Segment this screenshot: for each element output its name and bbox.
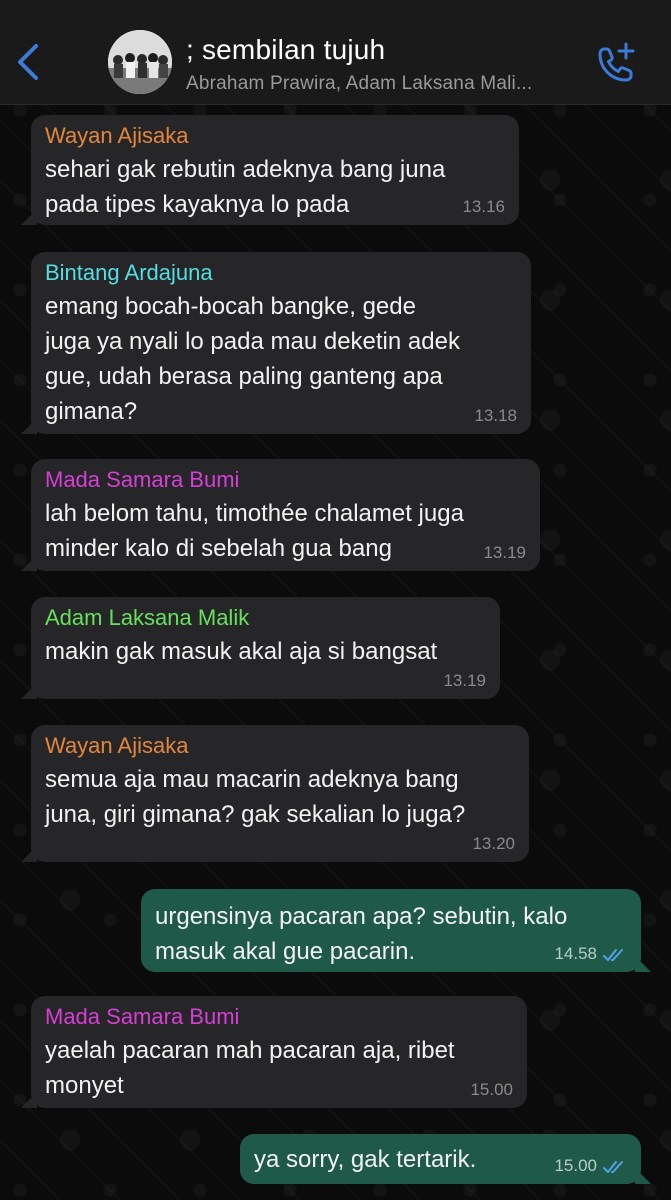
message-text: makin gak masuk akal aja si bangsat	[45, 638, 438, 665]
double-check-read-icon	[603, 949, 623, 961]
chat-screen: ; sembilan tujuh Abraham Prawira, Adam L…	[0, 0, 671, 1200]
message-bubble[interactable]: Wayan Ajisaka semua aja mau macarin adek…	[21, 725, 529, 862]
chat-participants[interactable]: Abraham Prawira, Adam Laksana Mali...	[186, 73, 532, 95]
message-bubble-outgoing[interactable]: urgensinya pacaran apa? sebutin, kalo ma…	[141, 889, 651, 972]
add-call-icon[interactable]	[592, 40, 640, 88]
message-sender: Mada Samara Bumi	[45, 1004, 240, 1029]
message-text: emang bocah-bocah bangke, gede juga ya n…	[45, 293, 460, 425]
chevron-left-icon[interactable]	[14, 42, 42, 82]
message-time: 13.20	[472, 834, 515, 853]
message-text: yaelah pacaran mah pacaran aja, ribet mo…	[45, 1037, 455, 1099]
message-time: 13.19	[483, 543, 526, 562]
message-text: sehari gak rebutin adeknya bang juna pad…	[45, 156, 446, 218]
message-bubble[interactable]: Bintang Ardajuna emang bocah-bocah bangk…	[21, 252, 531, 434]
chat-title[interactable]: ; sembilan tujuh	[186, 34, 385, 66]
message-text: lah belom tahu, timothée chalamet juga m…	[45, 500, 464, 562]
double-check-read-icon	[603, 1161, 623, 1173]
message-sender: Mada Samara Bumi	[45, 467, 240, 492]
message-time: 14.58	[554, 944, 597, 963]
group-avatar[interactable]	[108, 30, 172, 94]
message-sender: Adam Laksana Malik	[45, 605, 250, 630]
message-text: semua aja mau macarin adeknya bang juna,…	[45, 766, 466, 828]
message-bubble[interactable]: Mada Samara Bumi yaelah pacaran mah paca…	[21, 996, 527, 1108]
message-time: 13.18	[474, 406, 517, 425]
message-sender: Bintang Ardajuna	[45, 260, 213, 285]
message-sender: Wayan Ajisaka	[45, 123, 189, 148]
message-time: 15.00	[470, 1080, 513, 1099]
message-bubble[interactable]: Mada Samara Bumi lah belom tahu, timothé…	[21, 459, 540, 571]
message-time: 15.00	[554, 1156, 597, 1175]
message-sender: Wayan Ajisaka	[45, 733, 189, 758]
message-time: 13.16	[462, 197, 505, 216]
message-time: 13.19	[443, 671, 486, 690]
message-bubble-outgoing[interactable]: ya sorry, gak tertarik. 15.00	[240, 1134, 651, 1184]
message-bubble[interactable]: Adam Laksana Malik makin gak masuk akal …	[21, 597, 500, 699]
message-bubble[interactable]: Wayan Ajisaka sehari gak rebutin adeknya…	[21, 115, 519, 225]
chat-header: ; sembilan tujuh Abraham Prawira, Adam L…	[0, 0, 671, 105]
